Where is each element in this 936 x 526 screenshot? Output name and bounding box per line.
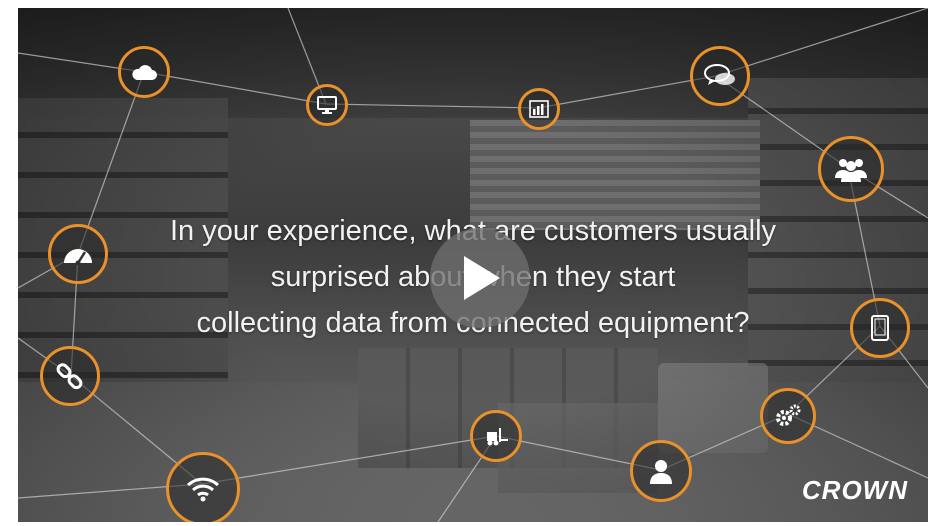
play-icon xyxy=(464,256,500,300)
cloud-icon xyxy=(118,46,170,98)
forklift-icon xyxy=(470,410,522,462)
bar-chart-icon xyxy=(518,88,560,130)
play-button[interactable] xyxy=(430,228,530,328)
users-group-icon xyxy=(818,136,884,202)
monitor-icon xyxy=(306,84,348,126)
video-player[interactable]: In your experience, what are customers u… xyxy=(18,8,928,522)
brand-logo: CROWN xyxy=(801,475,908,505)
chat-bubbles-icon xyxy=(690,46,750,106)
user-icon xyxy=(630,440,692,502)
gears-icon xyxy=(760,388,816,444)
link-icon xyxy=(40,346,100,406)
wifi-icon xyxy=(166,452,240,522)
